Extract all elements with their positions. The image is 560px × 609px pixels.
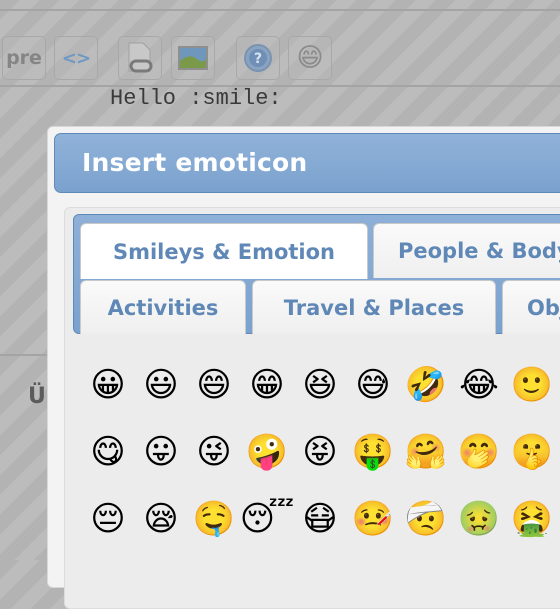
emoji-button[interactable]: 🤕 bbox=[402, 495, 450, 543]
top-divider bbox=[0, 9, 560, 11]
emoji-button[interactable]: 🤑 bbox=[349, 428, 397, 476]
svg-text:?: ? bbox=[254, 51, 262, 67]
emoji-button[interactable]: 😁 bbox=[243, 361, 291, 409]
emoji-button[interactable]: 🤣 bbox=[402, 361, 450, 409]
insert-emoticon-dialog: Insert emoticon Smileys & Emotion People… bbox=[47, 126, 560, 609]
emoji-button[interactable]: 🤒 bbox=[349, 495, 397, 543]
emoji-button[interactable]: 🙂 bbox=[508, 361, 556, 409]
emoji-button[interactable]: 🤢 bbox=[455, 495, 503, 543]
tab-activities[interactable]: Activities bbox=[80, 280, 246, 334]
emoji-button[interactable]: 😋 bbox=[84, 428, 132, 476]
emoji-button[interactable]: 😷 bbox=[296, 495, 344, 543]
emoji-button[interactable]: 😀 bbox=[84, 361, 132, 409]
emoji-button[interactable]: 🤤 bbox=[190, 495, 238, 543]
emoji-button[interactable]: 🤗 bbox=[402, 428, 450, 476]
tab-label: People & Body bbox=[398, 239, 560, 263]
emoji-button[interactable]: 😪 bbox=[137, 495, 185, 543]
emoji-button[interactable]: 🤭 bbox=[455, 428, 503, 476]
dialog-body: Smileys & Emotion People & Body Activiti… bbox=[64, 207, 560, 609]
emoticon-button[interactable]: 😄 bbox=[288, 36, 332, 80]
code-icon: <> bbox=[61, 47, 91, 69]
tab-label: Travel & Places bbox=[283, 295, 465, 320]
tab-travel-places[interactable]: Travel & Places bbox=[252, 280, 496, 334]
emoji-button[interactable]: 😃 bbox=[137, 361, 185, 409]
emoji-button[interactable]: 🤮 bbox=[508, 495, 556, 543]
emoticon-icon: 😄 bbox=[296, 43, 324, 73]
tab-label: Activities bbox=[107, 295, 219, 320]
emoji-button[interactable]: 😔 bbox=[84, 495, 132, 543]
emoji-button[interactable]: 😝 bbox=[296, 428, 344, 476]
code-button[interactable]: <> bbox=[54, 36, 98, 80]
dialog-titlebar[interactable]: Insert emoticon bbox=[54, 133, 560, 193]
emoji-button[interactable]: 😴 bbox=[240, 495, 295, 543]
pre-button[interactable]: pre bbox=[2, 36, 46, 80]
tab-label: Objects bbox=[527, 295, 560, 320]
file-link-icon bbox=[128, 42, 153, 73]
dialog-title: Insert emoticon bbox=[82, 148, 308, 177]
background-text: Ü bbox=[28, 384, 46, 409]
emoji-button[interactable]: 😛 bbox=[137, 428, 185, 476]
emoji-button[interactable]: 🤪 bbox=[243, 428, 291, 476]
emoji-button[interactable]: 😅 bbox=[349, 361, 397, 409]
emoji-button[interactable]: 😄 bbox=[190, 361, 238, 409]
emoji-button[interactable]: 🤫 bbox=[508, 428, 556, 476]
image-button[interactable] bbox=[171, 36, 215, 80]
tab-smileys-emotion[interactable]: Smileys & Emotion bbox=[80, 223, 368, 279]
help-button[interactable]: ? bbox=[236, 36, 280, 80]
tab-objects[interactable]: Objects bbox=[502, 280, 560, 334]
emoji-button[interactable]: 😜 bbox=[190, 428, 238, 476]
pre-label: pre bbox=[6, 47, 42, 69]
emoji-button[interactable]: 😂 bbox=[455, 361, 503, 409]
tab-label: Smileys & Emotion bbox=[112, 239, 336, 264]
image-icon bbox=[178, 46, 208, 70]
editor-text[interactable]: Hello :smile: bbox=[110, 86, 282, 111]
file-link-button[interactable] bbox=[118, 36, 162, 80]
tab-people-body[interactable]: People & Body bbox=[373, 223, 560, 278]
category-tabs: Smileys & Emotion People & Body Activiti… bbox=[73, 214, 560, 334]
help-icon: ? bbox=[244, 44, 272, 72]
emoji-button[interactable]: 😆 bbox=[296, 361, 344, 409]
